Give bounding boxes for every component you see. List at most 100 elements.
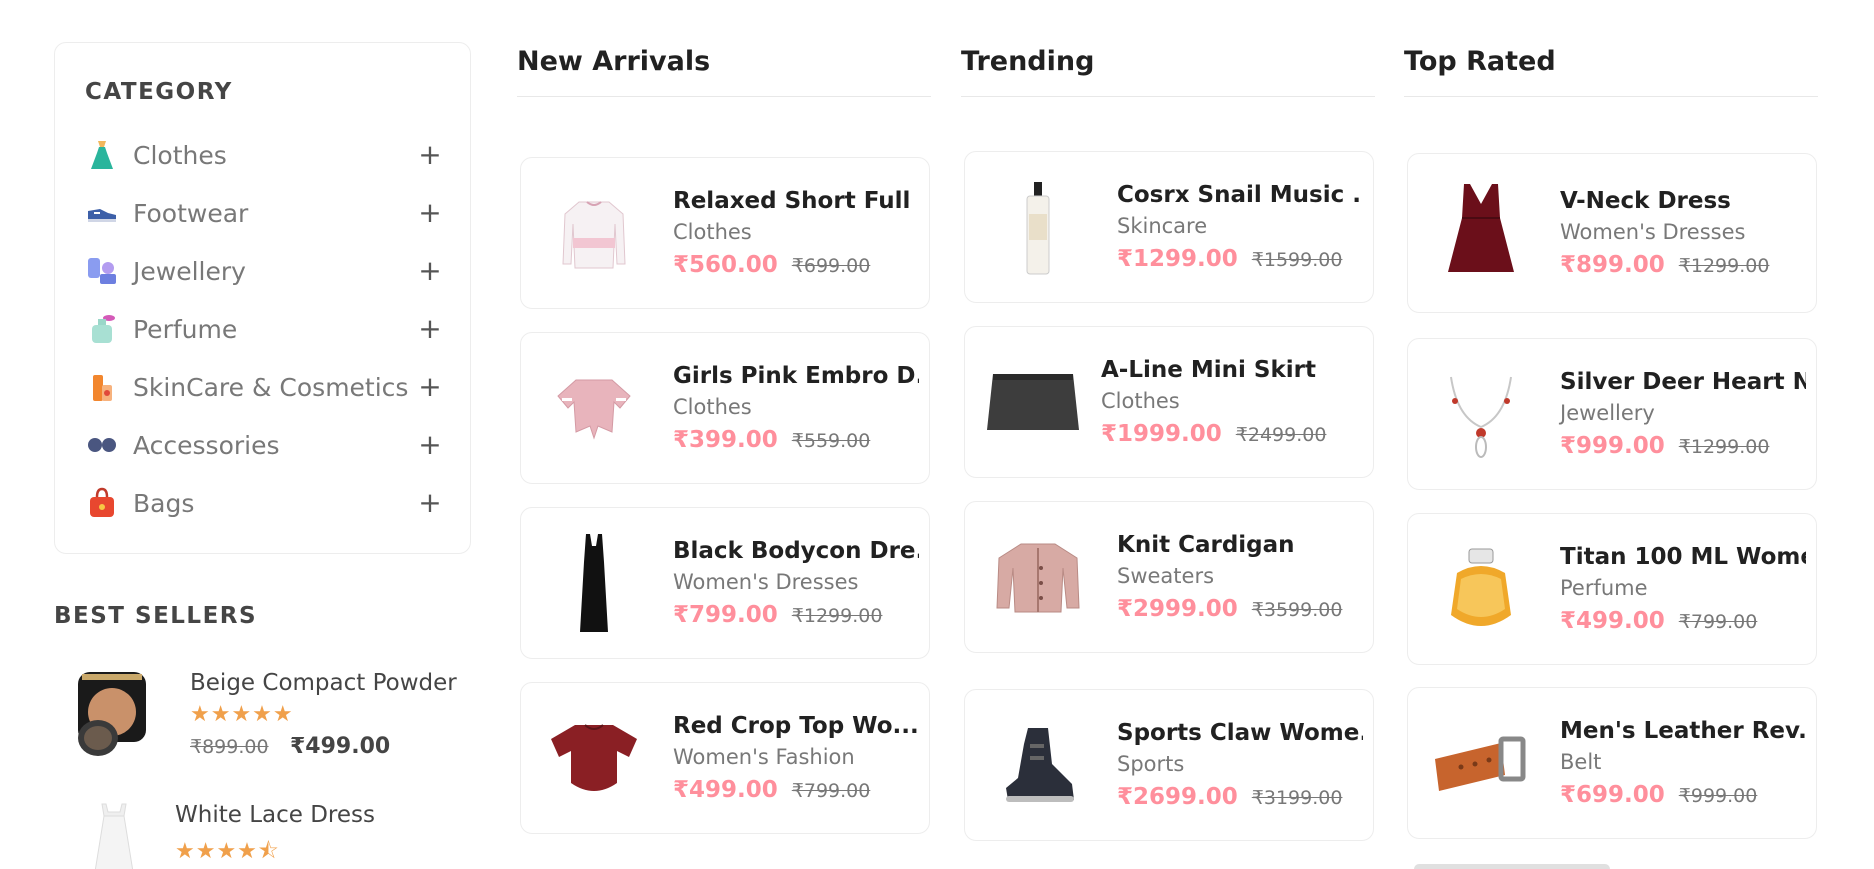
product-category: Sweaters — [1117, 564, 1215, 588]
shoe-icon — [85, 196, 119, 230]
product-card[interactable]: Knit Cardigan Sweaters ₹2999.00 ₹3599.00 — [964, 501, 1374, 653]
product-card[interactable]: Titan 100 ML Wome... Perfume ₹499.00 ₹799… — [1407, 513, 1817, 665]
category-label: Bags — [133, 488, 195, 518]
category-label: Accessories — [133, 430, 280, 460]
product-card[interactable]: Relaxed Short Full ... Clothes ₹560.00 ₹6… — [520, 157, 930, 309]
category-label: Clothes — [133, 140, 227, 170]
glasses-icon — [85, 428, 119, 462]
product-old-price: ₹1299.00 — [791, 605, 883, 627]
expand-plus-icon[interactable]: + — [415, 373, 445, 401]
product-price: ₹499.00 — [1560, 608, 1665, 634]
product-card[interactable]: Girls Pink Embro D... Clothes ₹399.00 ₹55… — [520, 332, 930, 484]
product-name[interactable]: A-Line Mini Skirt — [1101, 357, 1363, 383]
product-old-price: ₹699.00 — [791, 255, 871, 277]
expand-plus-icon[interactable]: + — [415, 315, 445, 343]
category-item-clothes[interactable]: Clothes + — [85, 135, 445, 175]
product-category: Clothes — [1101, 389, 1180, 413]
rating-stars: ★★★★★ — [190, 702, 294, 727]
product-name[interactable]: Relaxed Short Full ... — [673, 188, 919, 214]
product-name[interactable]: Sports Claw Wome... — [1117, 720, 1363, 746]
product-card[interactable]: Cosrx Snail Music ... Skincare ₹1299.00 ₹… — [964, 151, 1374, 303]
category-item-jewellery[interactable]: Jewellery + — [85, 251, 445, 291]
necklace-image — [1426, 357, 1536, 473]
column-title: New Arrivals — [517, 42, 931, 97]
product-card[interactable]: Red Crop Top Wo... Women's Fashion ₹499.… — [520, 682, 930, 834]
product-price: ₹1999.00 — [1101, 421, 1222, 447]
sports-shoe-image — [983, 708, 1093, 824]
product-old-price: ₹999.00 — [1678, 785, 1758, 807]
best-seller-old-price: ₹899.00 — [190, 736, 269, 758]
product-old-price: ₹799.00 — [791, 780, 871, 802]
product-old-price: ₹559.00 — [791, 430, 871, 452]
category-item-bags[interactable]: Bags + — [85, 483, 445, 523]
expand-plus-icon[interactable]: + — [415, 431, 445, 459]
product-card[interactable]: Sports Claw Wome... Sports ₹2699.00 ₹3199… — [964, 689, 1374, 841]
product-old-price: ₹1299.00 — [1678, 255, 1770, 277]
product-card[interactable]: Silver Deer Heart N... Jewellery ₹999.00… — [1407, 338, 1817, 490]
leather-belt-image — [1426, 706, 1536, 822]
product-card[interactable]: Black Bodycon Dre... Women's Dresses ₹79… — [520, 507, 930, 659]
compact-powder-image — [68, 666, 158, 766]
category-label: Perfume — [133, 314, 238, 344]
best-sellers-title: BEST SELLERS — [54, 603, 258, 629]
product-name[interactable]: Silver Deer Heart N... — [1560, 369, 1806, 395]
expand-plus-icon[interactable]: + — [415, 489, 445, 517]
best-seller-name[interactable]: Beige Compact Powder — [190, 670, 457, 696]
product-price: ₹699.00 — [1560, 782, 1665, 808]
product-card[interactable]: Men's Leather Rev... Belt ₹699.00 ₹999.00 — [1407, 687, 1817, 839]
product-old-price: ₹1599.00 — [1251, 249, 1343, 271]
expand-plus-icon[interactable]: + — [415, 199, 445, 227]
product-price: ₹399.00 — [673, 427, 778, 453]
best-seller-item[interactable]: Beige Compact Powder ★★★★★ ₹899.00 ₹499.… — [54, 666, 484, 776]
product-price: ₹499.00 — [673, 777, 778, 803]
lace-dress-image — [74, 798, 164, 869]
product-old-price: ₹799.00 — [1678, 611, 1758, 633]
bag-icon — [85, 486, 119, 520]
product-old-price: ₹2499.00 — [1235, 424, 1327, 446]
product-price: ₹2699.00 — [1117, 784, 1238, 810]
category-label: Footwear — [133, 198, 249, 228]
product-category: Clothes — [673, 395, 752, 419]
column-title: Trending — [961, 42, 1375, 97]
new-arrivals-column: New Arrivals Relaxed Short Full ... Clot… — [517, 42, 931, 862]
product-category: Women's Dresses — [673, 570, 859, 594]
category-title: CATEGORY — [85, 79, 233, 105]
column-title: Top Rated — [1404, 42, 1818, 97]
category-panel: CATEGORY Clothes + Footwear + Jewellery … — [54, 42, 471, 554]
product-name[interactable]: Titan 100 ML Wome... — [1560, 544, 1806, 570]
top-rated-column: Top Rated V-Neck Dress Women's Dresses ₹… — [1404, 42, 1818, 862]
product-card[interactable]: A-Line Mini Skirt Clothes ₹1999.00 ₹2499.… — [964, 326, 1374, 478]
product-card[interactable]: V-Neck Dress Women's Dresses ₹899.00 ₹129… — [1407, 153, 1817, 313]
best-seller-item[interactable]: White Lace Dress ★★★★⯪ — [54, 798, 484, 869]
mini-skirt-image — [985, 345, 1081, 461]
best-seller-name[interactable]: White Lace Dress — [175, 802, 375, 828]
category-label: SkinCare & Cosmetics — [133, 372, 409, 402]
product-old-price: ₹3599.00 — [1251, 599, 1343, 621]
category-item-footwear[interactable]: Footwear + — [85, 193, 445, 233]
product-category: Jewellery — [1560, 401, 1655, 425]
category-item-accessories[interactable]: Accessories + — [85, 425, 445, 465]
product-name[interactable]: Black Bodycon Dre... — [673, 538, 919, 564]
expand-plus-icon[interactable]: + — [415, 141, 445, 169]
product-category: Sports — [1117, 752, 1185, 776]
product-name[interactable]: Cosrx Snail Music ... — [1117, 182, 1363, 208]
cardigan-image — [983, 520, 1093, 636]
product-category: Belt — [1560, 750, 1602, 774]
best-seller-price: ₹499.00 — [290, 734, 391, 759]
product-name[interactable]: Girls Pink Embro D... — [673, 363, 919, 389]
product-category: Perfume — [1560, 576, 1648, 600]
horizontal-scrollbar[interactable] — [1414, 864, 1610, 869]
category-item-skincare-cosmetics[interactable]: SkinCare & Cosmetics + — [85, 367, 445, 407]
product-name[interactable]: Red Crop Top Wo... — [673, 713, 919, 739]
product-category: Women's Dresses — [1560, 220, 1746, 244]
black-dress-image — [539, 526, 649, 642]
category-item-perfume[interactable]: Perfume + — [85, 309, 445, 349]
product-name[interactable]: Men's Leather Rev... — [1560, 718, 1806, 744]
expand-plus-icon[interactable]: + — [415, 257, 445, 285]
product-category: Women's Fashion — [673, 745, 855, 769]
pink-top-image — [539, 351, 649, 467]
product-name[interactable]: Knit Cardigan — [1117, 532, 1363, 558]
product-name[interactable]: V-Neck Dress — [1560, 188, 1806, 214]
perfume-icon — [85, 312, 119, 346]
rating-stars: ★★★★⯪ — [175, 839, 280, 864]
